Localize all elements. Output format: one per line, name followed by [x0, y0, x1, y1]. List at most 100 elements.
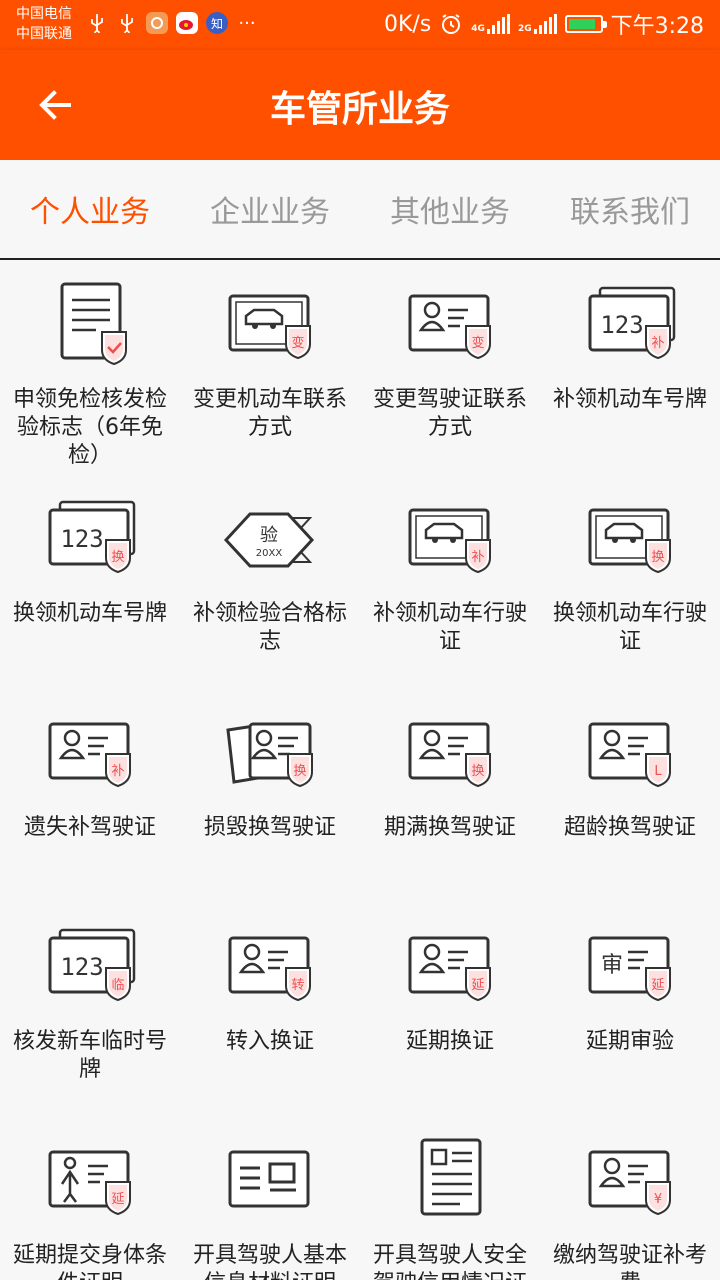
service-label: 补领机动车行驶证 [372, 601, 527, 654]
service-label: 超龄换驾驶证 [563, 815, 696, 840]
network-speed: 0K/s [383, 11, 432, 37]
body-card-icon: 延 [40, 1136, 140, 1226]
vehicle-card-icon: 换 [580, 494, 680, 584]
service-label: 缴纳驾驶证补考费 [552, 1243, 707, 1280]
service-item[interactable]: 换 换领机动车行驶证 [540, 476, 720, 690]
service-label: 换领机动车行驶证 [552, 601, 707, 654]
service-item[interactable]: 延 延期提交身体条件证明 [0, 1118, 180, 1280]
service-label: 申领免检核发检验标志（6年免检） [12, 387, 167, 468]
tab-bar: 个人业务 企业业务 其他业务 联系我们 [0, 160, 720, 260]
badge-text: 补 [111, 764, 124, 779]
badge-text: ¥ [654, 1192, 662, 1207]
svg-text:123: 123 [60, 525, 103, 553]
signal-2g: 2G [518, 14, 557, 34]
usb-icon [116, 12, 138, 34]
id-card-icon: 补 [40, 708, 140, 798]
id-card-icon: 转 [220, 922, 320, 1012]
service-item[interactable]: 变 变更驾驶证联系方式 [360, 262, 540, 476]
service-item[interactable]: 开具驾驶人基本信息材料证明 [180, 1118, 360, 1280]
system-status: 0K/s 4G 2G 下午3:28 [384, 8, 704, 40]
damaged-card-icon: 换 [220, 708, 320, 798]
service-item[interactable]: 换 损毁换驾驶证 [180, 690, 360, 904]
document-check-icon [40, 280, 140, 370]
tab-personal[interactable]: 个人业务 [0, 160, 180, 258]
service-item[interactable]: 123 补 补领机动车号牌 [540, 262, 720, 476]
service-item[interactable]: 验 20XX 补领检验合格标志 [180, 476, 360, 690]
service-label: 期满换驾驶证 [383, 815, 516, 840]
signal-4g: 4G [471, 14, 510, 34]
id-card-icon: 延 [400, 922, 500, 1012]
service-label: 损毁换驾驶证 [203, 815, 336, 840]
report-doc-icon [400, 1136, 500, 1226]
service-item[interactable]: 开具驾驶人安全驾驶信用情况证明 [360, 1118, 540, 1280]
badge-text: 临 [111, 978, 124, 993]
service-item[interactable]: 换 期满换驾驶证 [360, 690, 540, 904]
carrier-info: 中国电信 中国联通 [16, 4, 72, 44]
service-item[interactable]: 延 延期换证 [360, 904, 540, 1118]
usb-icon [86, 12, 108, 34]
service-label: 延期提交身体条件证明 [12, 1243, 167, 1280]
service-label: 开具驾驶人安全驾驶信用情况证明 [372, 1243, 527, 1280]
service-label: 开具驾驶人基本信息材料证明 [192, 1243, 347, 1280]
service-item[interactable]: L 超龄换驾驶证 [540, 690, 720, 904]
service-item[interactable]: 补 补领机动车行驶证 [360, 476, 540, 690]
badge-text: 补 [651, 336, 664, 351]
service-label: 换领机动车号牌 [12, 601, 167, 626]
info-card-icon [220, 1136, 320, 1226]
license-plate-icon: 123 换 [40, 494, 140, 584]
badge-text: 延 [651, 978, 664, 993]
signal-icon [486, 14, 510, 34]
badge-text: 补 [471, 550, 484, 565]
license-plate-icon: 123 临 [40, 922, 140, 1012]
review-card-icon: 审 延 [580, 922, 680, 1012]
badge-text: 换 [111, 550, 124, 565]
net-type-1: 4G [471, 24, 485, 34]
zhihu-icon: 知 [206, 12, 228, 34]
tab-other[interactable]: 其他业务 [360, 160, 540, 258]
badge-text: 变 [291, 335, 304, 351]
carrier-1: 中国电信 [16, 6, 72, 22]
sticker-text: 验 [260, 525, 278, 546]
tab-enterprise[interactable]: 企业业务 [180, 160, 360, 258]
badge-text: 转 [291, 978, 304, 993]
notification-icons: 知 ··· [86, 12, 258, 34]
service-label: 延期换证 [405, 1029, 494, 1054]
service-item[interactable]: 123 换 换领机动车号牌 [0, 476, 180, 690]
id-card-icon: L [580, 708, 680, 798]
svg-text:123: 123 [600, 311, 643, 339]
service-label: 变更机动车联系方式 [192, 387, 347, 440]
badge-text: 换 [471, 764, 484, 779]
net-type-2: 2G [517, 24, 532, 34]
review-text: 审 [601, 953, 623, 978]
vehicle-card-icon: 变 [220, 280, 320, 370]
service-item[interactable]: 审 延 延期审验 [540, 904, 720, 1118]
service-item[interactable]: 变 变更机动车联系方式 [180, 262, 360, 476]
sticker-year: 20XX [256, 548, 283, 559]
service-label: 补领检验合格标志 [192, 601, 347, 654]
id-card-icon: 换 [400, 708, 500, 798]
service-label: 变更驾驶证联系方式 [372, 387, 527, 440]
battery-icon [564, 15, 607, 33]
app-bar: 车管所业务 [0, 50, 720, 160]
service-item[interactable]: 123 临 核发新车临时号牌 [0, 904, 180, 1118]
service-grid: 申领免检核发检验标志（6年免检） 变 变更机动车联系方式 变 变更驾驶证联系方式… [0, 262, 720, 1280]
service-item[interactable]: ¥ 缴纳驾驶证补考费 [540, 1118, 720, 1280]
tab-contact[interactable]: 联系我们 [540, 160, 720, 258]
weibo-icon [176, 12, 198, 34]
service-item[interactable]: 转 转入换证 [180, 904, 360, 1118]
service-item[interactable]: 补 遗失补驾驶证 [0, 690, 180, 904]
page-title: 车管所业务 [269, 89, 450, 130]
signal-icon [533, 14, 557, 34]
inspection-sticker-icon: 验 20XX [220, 494, 320, 584]
badge-text: 延 [471, 978, 484, 993]
service-item[interactable]: 申领免检核发检验标志（6年免检） [0, 262, 180, 476]
service-label: 转入换证 [225, 1029, 314, 1054]
service-label: 遗失补驾驶证 [23, 815, 156, 840]
vehicle-card-icon: 补 [400, 494, 500, 584]
badge-text: 变 [471, 335, 484, 351]
alarm-icon [442, 14, 461, 34]
id-card-icon: ¥ [580, 1136, 680, 1226]
badge-text: 换 [651, 550, 664, 565]
service-label: 核发新车临时号牌 [12, 1029, 167, 1082]
photo-app-icon [146, 12, 168, 34]
